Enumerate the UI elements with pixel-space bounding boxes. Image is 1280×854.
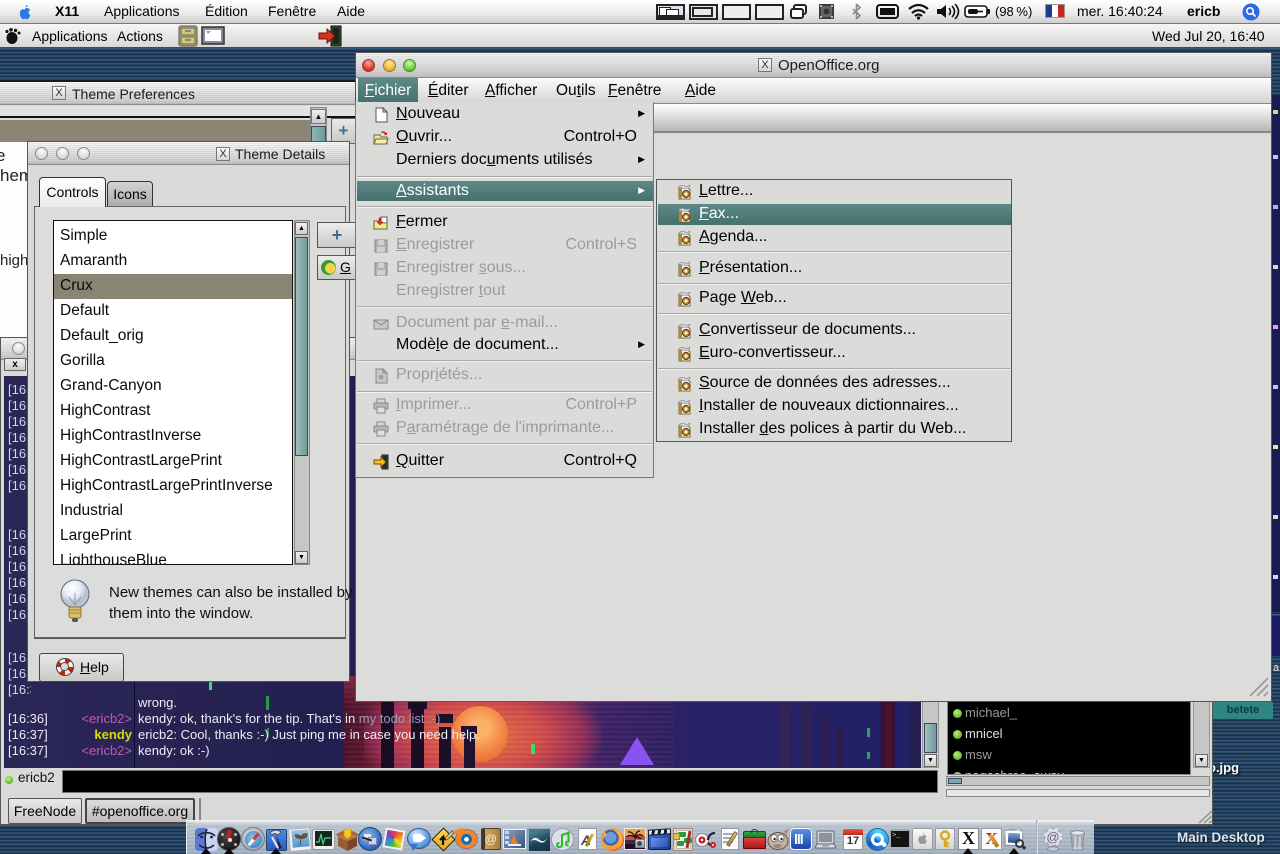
- svg-text:@: @: [1046, 830, 1059, 845]
